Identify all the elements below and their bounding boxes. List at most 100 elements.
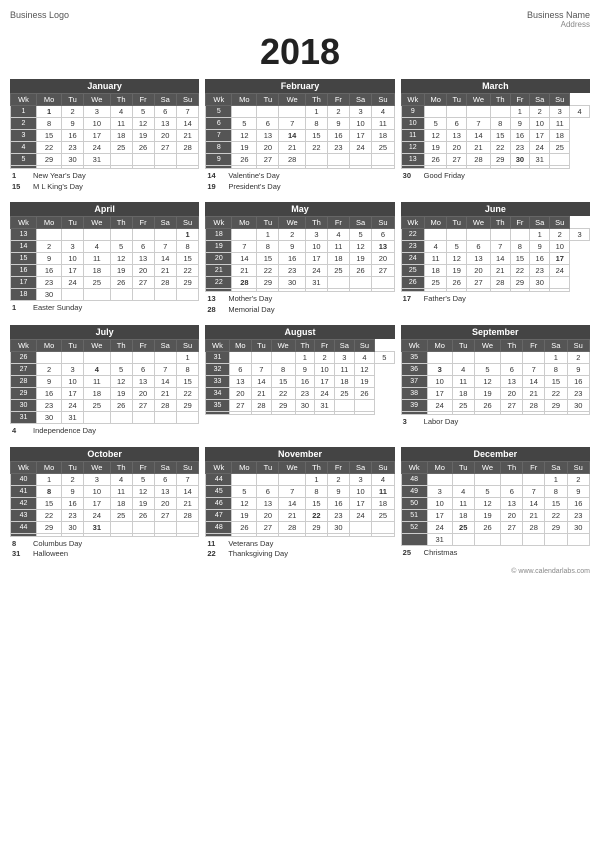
- week-number: 6: [206, 118, 232, 130]
- cal-day: 30: [279, 277, 306, 289]
- cal-day: 27: [229, 400, 251, 412]
- col-header-sa: Sa: [154, 461, 176, 473]
- cal-day: [37, 533, 62, 536]
- cal-day: 21: [232, 265, 257, 277]
- cal-day: 12: [132, 118, 154, 130]
- cal-day: 12: [447, 253, 467, 265]
- week-number: 13: [401, 154, 424, 166]
- col-header-fr: Fr: [523, 461, 545, 473]
- cal-day: 7: [279, 118, 306, 130]
- cal-day: 26: [354, 388, 374, 400]
- cal-day: 29: [37, 154, 62, 166]
- cal-day: 8: [545, 364, 567, 376]
- holiday-item: 31Halloween: [12, 549, 199, 560]
- cal-day: 21: [252, 388, 272, 400]
- cal-day: 18: [372, 497, 394, 509]
- cal-day: [154, 352, 176, 364]
- cal-day: 30: [327, 521, 349, 533]
- holidays-list: 14Valentine's Day19President's Day: [205, 171, 394, 192]
- cal-day: 27: [132, 277, 154, 289]
- col-header-sa: Sa: [545, 461, 567, 473]
- cal-day: 21: [467, 142, 491, 154]
- cal-day: 9: [567, 485, 589, 497]
- month-header-july: July: [10, 325, 199, 339]
- cal-day: 16: [327, 497, 349, 509]
- week-number: 19: [206, 241, 232, 253]
- cal-day: 20: [229, 388, 251, 400]
- cal-day: 29: [490, 154, 510, 166]
- cal-day: [110, 154, 132, 166]
- week-number: 5: [11, 154, 37, 166]
- cal-day: 5: [132, 106, 154, 118]
- holiday-date: 17: [403, 294, 421, 305]
- cal-day: [349, 521, 371, 533]
- col-header-mo: Mo: [37, 217, 62, 229]
- cal-day: 5: [349, 229, 371, 241]
- holiday-name: M L King's Day: [33, 182, 83, 193]
- cal-day: [474, 533, 501, 545]
- col-header-mo: Mo: [424, 94, 446, 106]
- holiday-date: 11: [207, 539, 225, 550]
- week-number: 49: [401, 485, 427, 497]
- cal-day: 4: [110, 106, 132, 118]
- cal-day: [132, 166, 154, 169]
- cal-table-september: WkMoTuWeThFrSaSu351236345678937101112131…: [401, 339, 590, 415]
- cal-day: 3: [349, 106, 371, 118]
- cal-table-august: WkMoTuWeThFrSaSu311234532678910111233131…: [205, 339, 394, 415]
- col-header-wk: Wk: [401, 461, 427, 473]
- col-header-th: Th: [305, 217, 327, 229]
- cal-day: 14: [523, 497, 545, 509]
- holiday-date: 4: [12, 426, 30, 437]
- cal-day: [474, 412, 501, 415]
- cal-day: 11: [372, 118, 394, 130]
- cal-day: 2: [327, 473, 349, 485]
- cal-day: [452, 412, 474, 415]
- cal-day: 19: [132, 130, 154, 142]
- cal-day: 15: [257, 253, 279, 265]
- week-number: 26: [401, 277, 424, 289]
- cal-day: 26: [349, 265, 371, 277]
- holiday-date: 15: [12, 182, 30, 193]
- col-header-mo: Mo: [37, 94, 62, 106]
- year-title: 2018: [10, 31, 590, 73]
- week-number: 21: [206, 265, 232, 277]
- calendar-grid: JanuaryWkMoTuWeThFrSaSu11234567289101112…: [10, 79, 590, 564]
- cal-day: 31: [305, 277, 327, 289]
- cal-day: 2: [62, 473, 84, 485]
- cal-day: 21: [279, 142, 306, 154]
- holiday-date: 19: [207, 182, 225, 193]
- cal-day: 28: [279, 521, 306, 533]
- cal-day: [154, 154, 176, 166]
- cal-day: [372, 166, 394, 169]
- cal-day: 9: [62, 485, 84, 497]
- cal-day: [154, 289, 176, 301]
- cal-day: 12: [110, 253, 132, 265]
- holiday-item: 8Columbus Day: [12, 539, 199, 550]
- cal-day: 26: [132, 142, 154, 154]
- cal-day: 21: [523, 509, 545, 521]
- col-header-wk: Wk: [11, 94, 37, 106]
- cal-day: [501, 352, 523, 364]
- col-header-tu: Tu: [447, 217, 467, 229]
- cal-day: [372, 289, 394, 292]
- cal-day: 10: [315, 364, 335, 376]
- cal-day: 9: [295, 364, 315, 376]
- cal-day: 10: [84, 118, 111, 130]
- cal-day: 22: [545, 388, 567, 400]
- cal-day: 25: [372, 142, 394, 154]
- cal-day: 24: [84, 509, 111, 521]
- holidays-list: 1Easter Sunday: [10, 303, 199, 314]
- week-number: 38: [401, 388, 427, 400]
- cal-day: 11: [424, 253, 446, 265]
- cal-day: [467, 106, 491, 118]
- holiday-name: Veterans Day: [228, 539, 273, 550]
- cal-day: 1: [295, 352, 315, 364]
- cal-day: [232, 289, 257, 292]
- holiday-item: 22Thanksgiving Day: [207, 549, 394, 560]
- holiday-name: Independence Day: [33, 426, 96, 437]
- cal-day: 23: [567, 509, 589, 521]
- cal-day: 25: [110, 509, 132, 521]
- cal-day: 31: [84, 521, 111, 533]
- cal-day: 6: [501, 485, 523, 497]
- cal-day: [447, 229, 467, 241]
